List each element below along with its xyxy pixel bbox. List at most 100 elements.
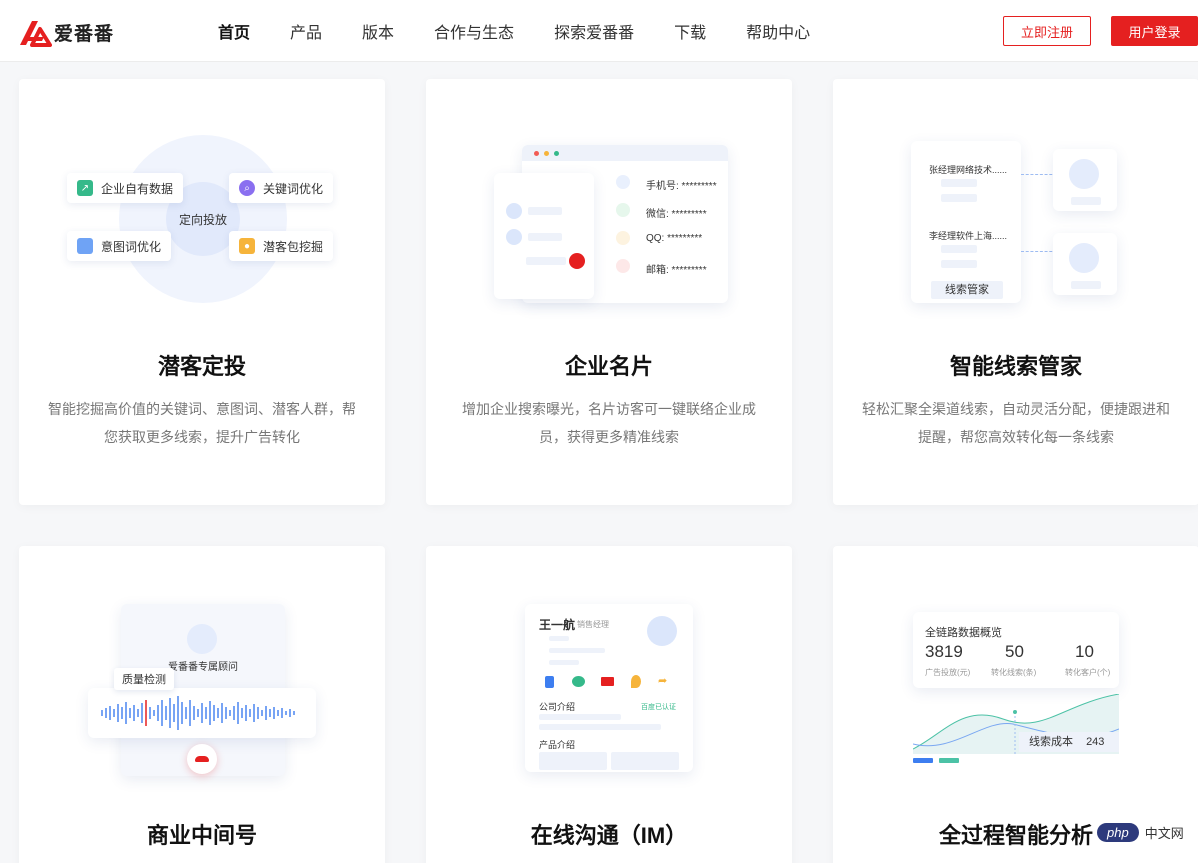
desc-line: 提醒，帮您高效转化每一条线索 <box>918 429 1114 445</box>
analytics-illustration: 全链路数据概览 3819 广告投放(元) 50 转化线索(条) 10 转化客户(… <box>833 546 1198 796</box>
pill-label: 关键词优化 <box>263 181 324 196</box>
watermark-text: 中文网 <box>1144 825 1184 841</box>
share-icon: ➦ <box>658 675 668 687</box>
profile-card: 王一航 销售经理 ➦ 公司介绍 百度已认证 产品介绍 <box>525 604 693 772</box>
data-overview-panel: 全链路数据概览 3819 广告投放(元) 50 转化线索(条) 10 转化客户(… <box>913 612 1119 688</box>
agent-card-1 <box>1053 149 1117 211</box>
lead-item-2: 李经理软件上海...... <box>929 231 1008 241</box>
brand-badge-icon <box>569 253 585 269</box>
phone-icon <box>616 175 630 189</box>
overview-title: 全链路数据概览 <box>925 627 1002 639</box>
cost-tooltip: 线索成本 243 <box>1019 732 1119 752</box>
card-description: 智能挖掘高价值的关键词、意图词、潜客人群，帮 您获取更多线索，提升广告转化 <box>43 395 361 451</box>
register-button[interactable]: 立即注册 <box>1003 16 1091 46</box>
nav-item-explore[interactable]: 探索爱番番 <box>554 19 634 43</box>
feature-card-virtual-number[interactable]: 爱番番专属顾问 质量检测 商业中间号 <box>19 546 385 863</box>
business-card-illustration: 手机号: ********* 微信: ********* QQ: *******… <box>426 79 792 329</box>
top-header: 爱番番 首页 产品 版本 合作与生态 探索爱番番 下载 帮助中心 立即注册 用户… <box>0 0 1198 62</box>
center-label: 定向投放 <box>178 213 227 227</box>
pill-label: 意图词优化 <box>101 239 162 254</box>
feature-card-online-chat[interactable]: 王一航 销售经理 ➦ 公司介绍 百度已认证 产品介绍 在线沟通（IM） <box>426 546 792 863</box>
avatar <box>506 229 522 245</box>
audio-wave-icon <box>101 696 295 730</box>
phone-mock <box>494 173 594 299</box>
waveform-panel <box>88 688 316 738</box>
nav-item-partners[interactable]: 合作与生态 <box>434 19 514 43</box>
legend-swatch <box>939 758 959 763</box>
quality-check-tag: 质量检测 <box>114 668 174 690</box>
watermark-logo: php <box>1097 822 1139 842</box>
lead-manager-illustration: 张经理网络技术...... 李经理软件上海...... 线索管家 <box>833 79 1198 329</box>
online-chat-illustration: 王一航 销售经理 ➦ 公司介绍 百度已认证 产品介绍 <box>426 546 792 796</box>
card-title: 企业名片 <box>564 354 653 379</box>
trend-icon: ↗ <box>77 180 93 196</box>
legend-swatch <box>913 758 933 763</box>
feature-card-analytics[interactable]: 全链路数据概览 3819 广告投放(元) 50 转化线索(条) 10 转化客户(… <box>833 546 1198 863</box>
stat-leads-label: 转化线索(条) <box>991 668 1037 677</box>
profile-name: 王一航 <box>539 618 576 632</box>
brand-name: 爱番番 <box>54 23 115 45</box>
nav-item-products[interactable]: 产品 <box>290 19 322 43</box>
card-title: 潜客定投 <box>157 354 246 379</box>
desc-line: 员，获得更多精准线索 <box>539 429 679 445</box>
mail-icon <box>616 259 630 273</box>
nav-item-help[interactable]: 帮助中心 <box>746 19 810 43</box>
feature-card-targeting[interactable]: 定向投放 ↗ 企业自有数据 ⌕ 关键词优化 意图词优化 ● 潜客包挖掘 潜客定投… <box>19 79 385 505</box>
stat-customers-label: 转化客户(个) <box>1065 668 1111 677</box>
stat-customers-value: 10 <box>1075 642 1094 661</box>
site-watermark: php 中文网 <box>1097 817 1184 847</box>
feature-card-business-card[interactable]: 手机号: ********* 微信: ********* QQ: *******… <box>426 79 792 505</box>
nav-item-home[interactable]: 首页 <box>218 19 250 43</box>
field-phone: 手机号: ********* <box>646 181 717 192</box>
field-qq: QQ: ********* <box>646 233 703 244</box>
pill-label: 企业自有数据 <box>101 181 174 196</box>
avatar <box>506 203 522 219</box>
login-button[interactable]: 用户登录 <box>1111 16 1198 46</box>
user-bookmark-icon: ● <box>239 238 255 254</box>
field-wechat: 微信: ********* <box>646 209 707 220</box>
female-avatar-icon <box>1069 243 1099 273</box>
card-description: 轻松汇聚全渠道线索，自动灵活分配，便捷跟进和 提醒，帮您高效转化每一条线索 <box>857 395 1175 451</box>
connector-line <box>1021 174 1057 175</box>
main-nav: 首页 产品 版本 合作与生态 探索爱番番 下载 帮助中心 <box>218 0 850 62</box>
pill-keyword: ⌕ 关键词优化 <box>229 173 334 203</box>
male-avatar-icon <box>1069 159 1099 189</box>
pill-intent: 意图词优化 <box>67 231 172 261</box>
phone-icon <box>545 676 554 688</box>
pill-audience: ● 潜客包挖掘 <box>229 231 334 261</box>
desc-line: 您获取更多线索，提升广告转化 <box>104 429 300 445</box>
search-icon: ⌕ <box>239 180 255 196</box>
stat-leads-value: 50 <box>1005 642 1024 661</box>
virtual-number-illustration: 爱番番专属顾问 质量检测 <box>19 546 385 796</box>
consultant-avatar <box>187 624 217 654</box>
phone-icon <box>77 238 93 254</box>
qq-icon <box>616 231 630 245</box>
lead-list-panel: 张经理网络技术...... 李经理软件上海...... 线索管家 <box>911 141 1021 303</box>
hangup-phone-icon <box>187 744 217 774</box>
tooltip-value: 243 <box>1086 736 1105 748</box>
card-title: 商业中间号 <box>146 823 257 848</box>
verified-badge: 百度已认证 <box>641 704 676 711</box>
connector-line <box>1021 251 1057 252</box>
tooltip-label: 线索成本 <box>1029 736 1073 748</box>
company-intro-label: 公司介绍 <box>539 702 576 712</box>
agent-card-2 <box>1053 233 1117 295</box>
location-icon <box>631 675 641 688</box>
product-intro-label: 产品介绍 <box>539 740 576 750</box>
nav-item-download[interactable]: 下载 <box>674 19 706 43</box>
wechat-icon <box>572 676 585 687</box>
card-title: 智能线索管家 <box>949 354 1082 379</box>
feature-card-lead-manager[interactable]: 张经理网络技术...... 李经理软件上海...... 线索管家 智能线索管家 … <box>833 79 1198 505</box>
pill-label: 潜客包挖掘 <box>263 239 324 254</box>
brand-logo[interactable]: 爱番番 <box>18 16 114 48</box>
desc-line: 轻松汇聚全渠道线索，自动灵活分配，便捷跟进和 <box>862 401 1170 417</box>
card-description: 增加企业搜索曝光，名片访客可一键联络企业成 员，获得更多精准线索 <box>450 395 768 451</box>
profile-avatar <box>647 616 677 646</box>
field-email: 邮箱: ********* <box>646 265 707 276</box>
desc-line: 增加企业搜索曝光，名片访客可一键联络企业成 <box>462 401 756 417</box>
pill-own-data: ↗ 企业自有数据 <box>67 173 184 203</box>
card-title: 在线沟通（IM） <box>530 823 688 848</box>
lead-manager-label: 线索管家 <box>931 281 1003 299</box>
nav-item-editions[interactable]: 版本 <box>362 19 394 43</box>
profile-role: 销售经理 <box>577 620 609 629</box>
